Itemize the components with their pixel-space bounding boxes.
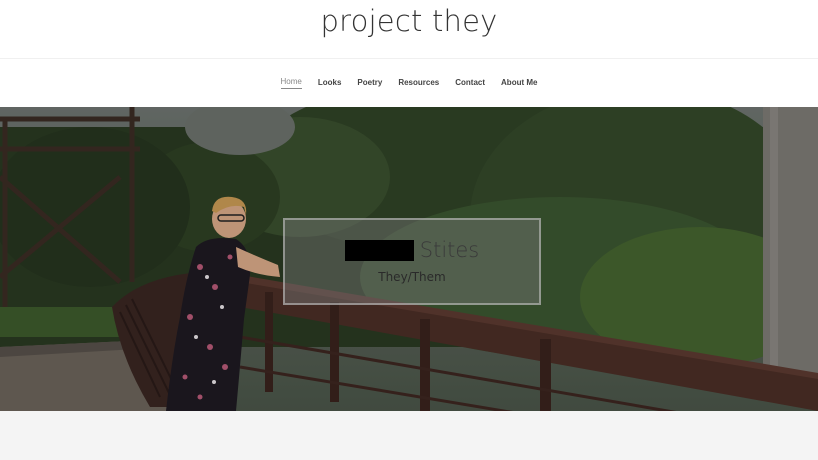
nav-item-resources[interactable]: Resources (398, 78, 439, 89)
site-header: project they (0, 0, 818, 59)
nav-item-home[interactable]: Home (280, 77, 302, 89)
hero-banner: Stites They/Them (0, 107, 818, 411)
nav-item-contact[interactable]: Contact (455, 78, 485, 89)
main-nav: Home Looks Poetry Resources Contact Abou… (0, 59, 818, 107)
site-title[interactable]: project they (0, 4, 818, 38)
nav-item-looks[interactable]: Looks (318, 78, 342, 89)
content-area (0, 411, 818, 460)
hero-name: Stites (419, 238, 480, 262)
hero-pronouns: They/Them (378, 270, 446, 284)
hero-name-row: Stites (285, 238, 539, 262)
nav-item-poetry[interactable]: Poetry (357, 78, 382, 89)
hero-name-card: Stites They/Them (283, 218, 541, 305)
nav-item-about-me[interactable]: About Me (501, 78, 537, 89)
redaction-block (344, 239, 414, 261)
